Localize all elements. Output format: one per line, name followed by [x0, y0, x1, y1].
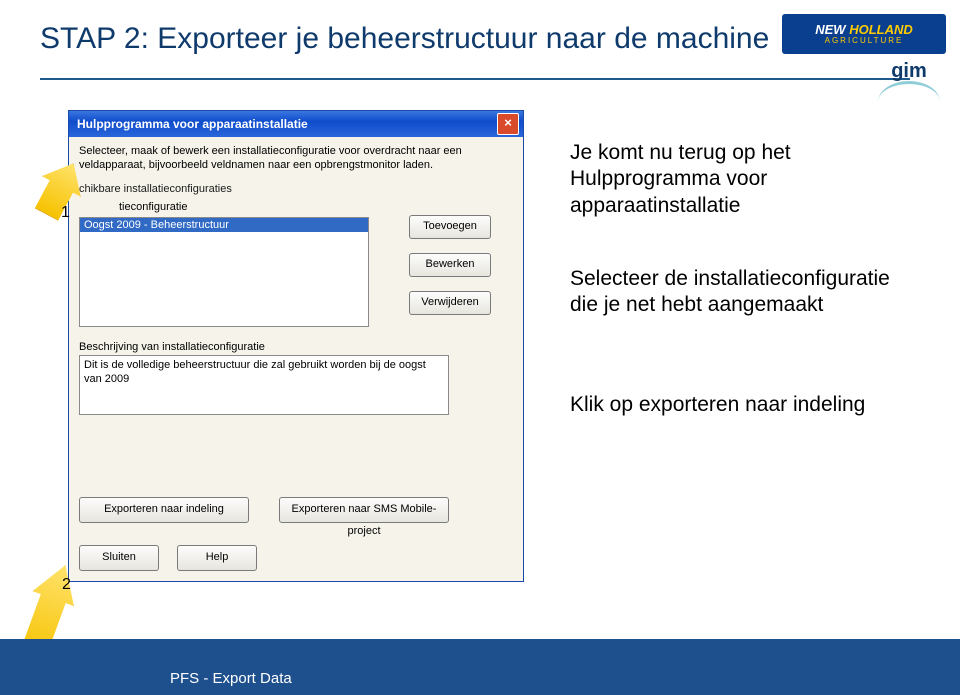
configs-label: chikbare installatieconfiguraties [79, 183, 513, 195]
dialog-title: Hulpprogramma voor apparaatinstallatie [77, 117, 308, 131]
annotation-3: Klik op exporteren naar indeling [570, 392, 900, 418]
brand-text-new: NEW [815, 22, 845, 37]
add-button[interactable]: Toevoegen [409, 215, 491, 239]
delete-button[interactable]: Verwijderen [409, 291, 491, 315]
config-list-item[interactable]: Oogst 2009 - Beheerstructuur [80, 218, 368, 232]
brand-subtext: AGRICULTURE [815, 37, 913, 45]
help-button[interactable]: Help [177, 545, 257, 571]
description-box[interactable]: Dit is de volledige beheerstructuur die … [79, 355, 449, 415]
dialog-titlebar[interactable]: Hulpprogramma voor apparaatinstallatie × [69, 111, 523, 137]
footer-bar: PFS - Export Data [0, 639, 960, 695]
annotation-1: Je komt nu terug op het Hulpprogramma vo… [570, 140, 900, 219]
export-sms-button[interactable]: Exporteren naar SMS Mobile-project [279, 497, 449, 523]
edit-button[interactable]: Bewerken [409, 253, 491, 277]
brand-text-holland: HOLLAND [846, 22, 913, 37]
description-label: Beschrijving van installatieconfiguratie [79, 341, 513, 353]
annotation-2: Selecteer de installatieconfiguratie die… [570, 266, 900, 319]
close-button[interactable]: × [497, 113, 519, 135]
arrow-1-number: 1 [61, 204, 70, 222]
install-dialog: Hulpprogramma voor apparaatinstallatie ×… [68, 110, 524, 582]
slide-title: STAP 2: Exporteer je beheerstructuur naa… [40, 22, 769, 56]
gim-logo: gim [878, 60, 940, 102]
gim-text: gim [878, 60, 940, 83]
brand-logo: NEW HOLLAND AGRICULTURE [782, 14, 946, 54]
dialog-instructions: Selecteer, maak of bewerk een installati… [79, 145, 513, 173]
title-underline [40, 78, 910, 80]
config-sublabel: tieconfiguratie [119, 201, 473, 213]
footer-text: PFS - Export Data [170, 670, 292, 687]
config-listbox[interactable]: Oogst 2009 - Beheerstructuur [79, 217, 369, 327]
arrow-2-number: 2 [62, 576, 71, 594]
gim-arc-icon [878, 81, 940, 102]
export-format-button[interactable]: Exporteren naar indeling [79, 497, 249, 523]
close-dialog-button[interactable]: Sluiten [79, 545, 159, 571]
